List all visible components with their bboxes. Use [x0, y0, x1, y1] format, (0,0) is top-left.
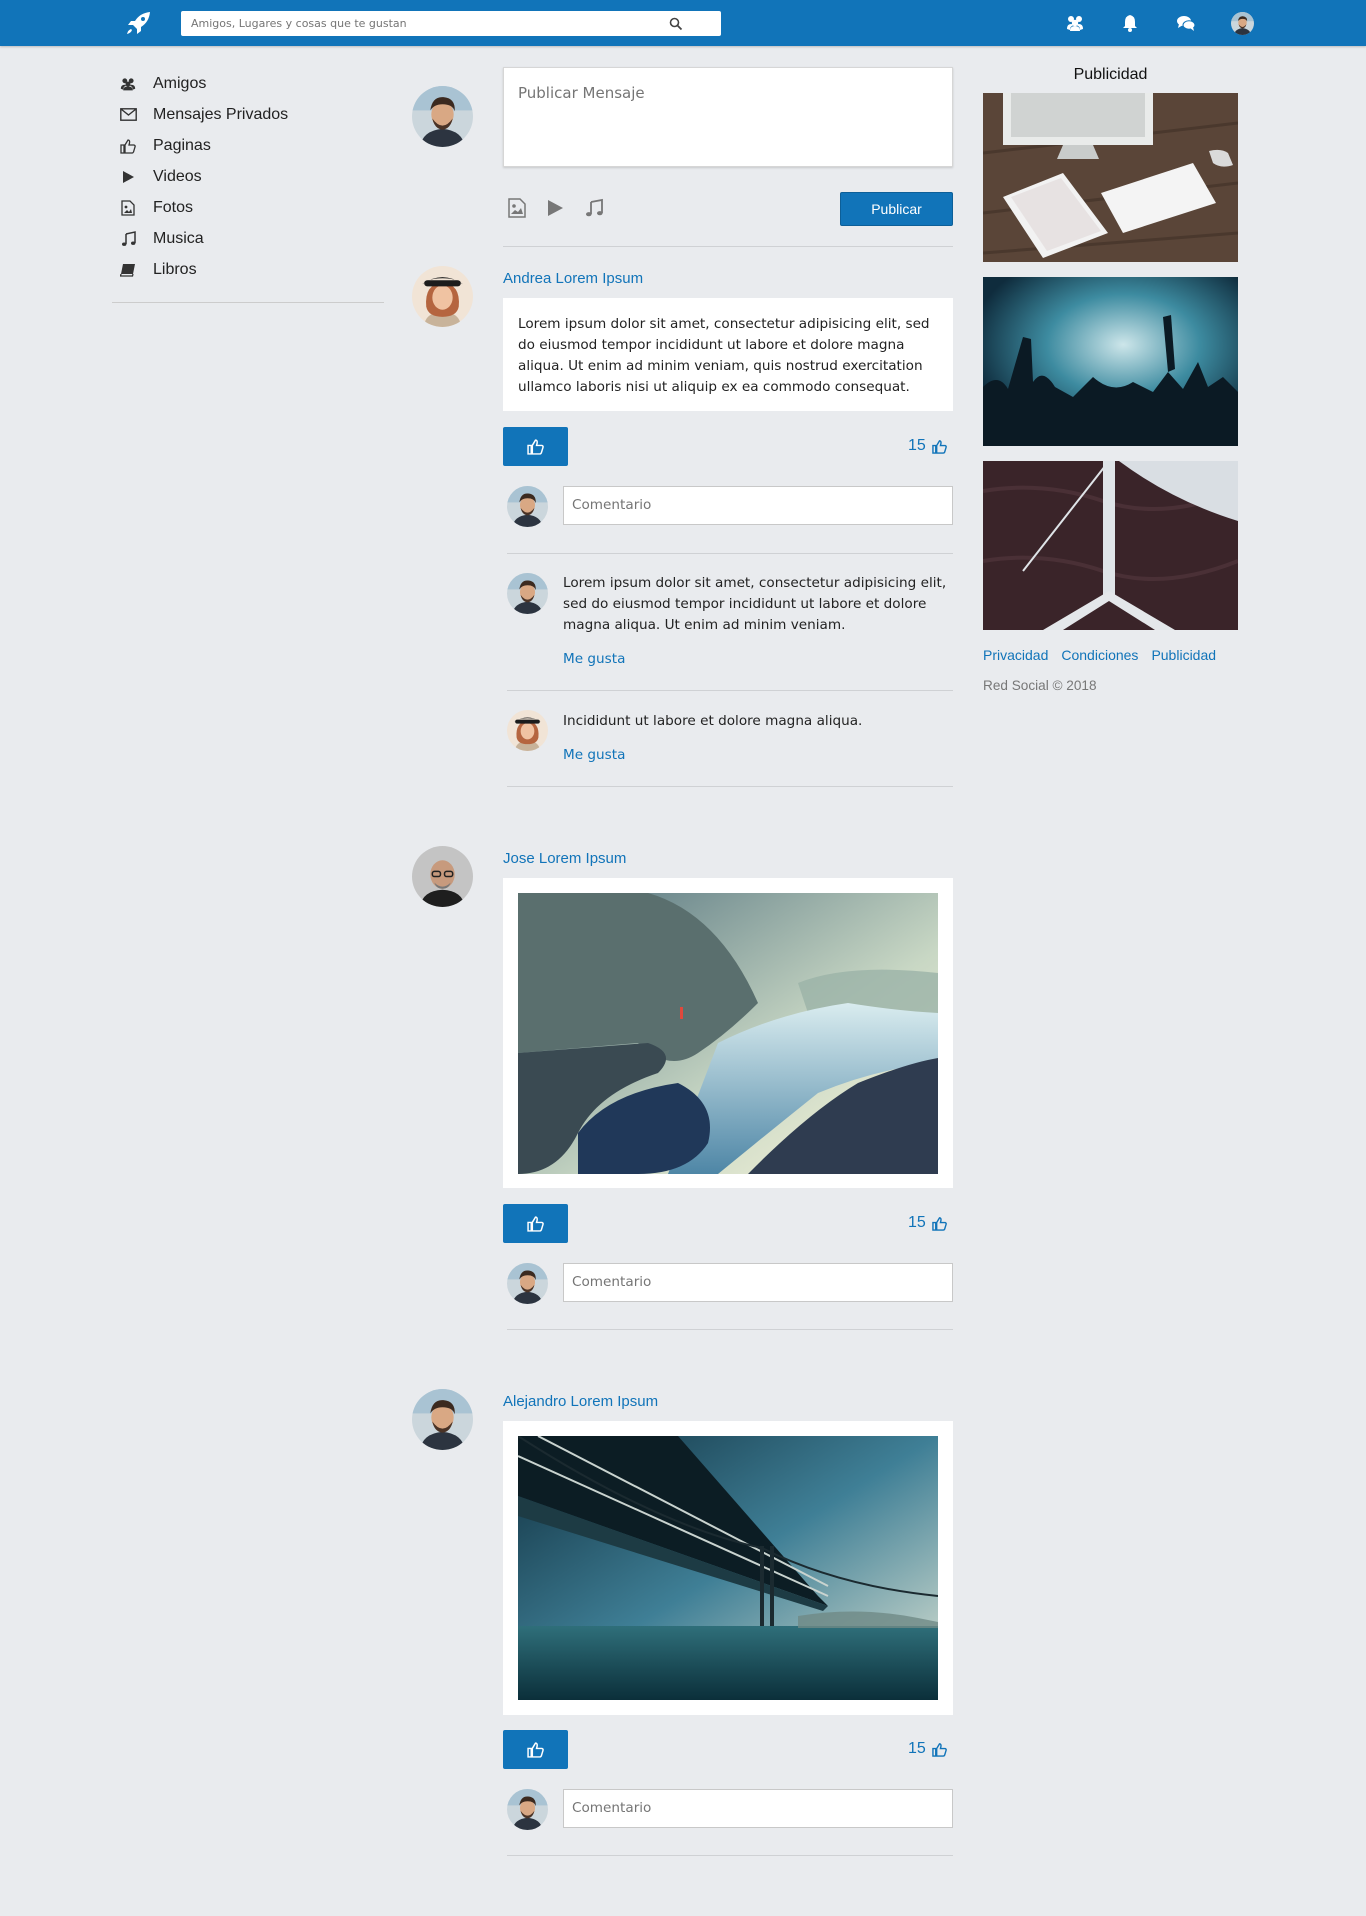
sidebar-item-label: Paginas — [153, 136, 211, 154]
post-author[interactable]: Jose Lorem Ipsum — [503, 850, 626, 867]
friends-icon — [117, 75, 139, 93]
avatar[interactable] — [412, 1389, 473, 1450]
post-card: Lorem ipsum dolor sit amet, consectetur … — [503, 298, 953, 411]
sidebar-item-paginas[interactable]: Paginas — [112, 130, 384, 161]
avatar[interactable] — [507, 486, 548, 527]
comment-like-link[interactable]: Me gusta — [563, 747, 625, 763]
post-card — [503, 878, 953, 1188]
sidebar-item-label: Libros — [153, 260, 197, 278]
like-count: 15 — [908, 437, 947, 455]
comment-input[interactable] — [564, 1790, 952, 1827]
like-button[interactable] — [503, 427, 568, 466]
divider — [507, 1329, 953, 1330]
music-icon[interactable] — [583, 197, 605, 219]
sidebar-item-label: Amigos — [153, 74, 207, 92]
sidebar-item-mensajes-privados[interactable]: Mensajes Privados — [112, 99, 384, 130]
play-icon — [117, 168, 139, 186]
like-button[interactable] — [503, 1204, 568, 1243]
music-icon — [117, 230, 139, 248]
comment-like-link[interactable]: Me gusta — [563, 651, 625, 667]
avatar[interactable] — [412, 266, 473, 327]
like-count: 15 — [908, 1740, 947, 1758]
search-icon[interactable] — [669, 17, 683, 31]
comment-input[interactable] — [564, 1264, 952, 1301]
thumbs-up-icon — [932, 1742, 947, 1757]
thumbs-up-icon — [932, 1216, 947, 1231]
friends-icon[interactable] — [1064, 12, 1086, 34]
comment-input[interactable] — [564, 487, 952, 524]
play-icon[interactable] — [544, 197, 566, 219]
footer-links: Privacidad Condiciones Publicidad — [983, 647, 1216, 663]
thumbs-up-icon — [932, 439, 947, 454]
comment-field — [563, 1789, 953, 1828]
like-count-value: 15 — [908, 1214, 926, 1231]
copyright: Red Social © 2018 — [983, 678, 1097, 693]
avatar[interactable] — [507, 1789, 548, 1830]
chat-icon[interactable] — [1175, 12, 1197, 34]
avatar[interactable] — [507, 710, 548, 751]
ads-title: Publicidad — [1073, 66, 1148, 83]
avatar[interactable] — [507, 573, 548, 614]
sidebar-item-label: Mensajes Privados — [153, 105, 289, 123]
composer-box — [503, 67, 953, 167]
comment-field — [563, 1263, 953, 1302]
thumbs-up-icon — [527, 438, 544, 455]
like-button[interactable] — [503, 1730, 568, 1769]
user-avatar[interactable] — [1231, 12, 1254, 35]
comment-text: Lorem ipsum dolor sit amet, consectetur … — [563, 575, 947, 633]
divider — [507, 553, 953, 554]
footer-link-privacidad[interactable]: Privacidad — [983, 647, 1048, 663]
like-count: 15 — [908, 1214, 947, 1232]
image-file-icon — [117, 199, 139, 217]
top-navbar — [0, 0, 1366, 46]
sidebar-item-label: Videos — [153, 167, 202, 185]
rocket-icon[interactable] — [124, 10, 154, 36]
sidebar-item-videos[interactable]: Videos — [112, 161, 384, 192]
divider — [503, 246, 953, 247]
post-photo-bridge[interactable] — [518, 1436, 938, 1700]
book-icon — [117, 261, 139, 279]
ad-image-desk[interactable] — [983, 93, 1238, 262]
avatar[interactable] — [412, 86, 473, 147]
post-input[interactable] — [504, 68, 952, 166]
sidebar-item-fotos[interactable]: Fotos — [112, 192, 384, 223]
divider — [507, 690, 953, 691]
publish-button[interactable]: Publicar — [840, 192, 953, 226]
thumbs-up-icon — [527, 1741, 544, 1758]
avatar[interactable] — [507, 1263, 548, 1304]
avatar[interactable] — [412, 846, 473, 907]
divider — [507, 1855, 953, 1856]
post-text: Lorem ipsum dolor sit amet, consectetur … — [518, 316, 930, 395]
comment-text: Incididunt ut labore et dolore magna ali… — [563, 713, 863, 729]
sidebar-item-libros[interactable]: Libros — [112, 254, 384, 285]
thumbs-up-icon — [117, 137, 139, 155]
post-photo-fjord[interactable] — [518, 893, 938, 1174]
post-card — [503, 1421, 953, 1715]
search-bar — [181, 11, 721, 36]
comment-field — [563, 486, 953, 525]
image-file-icon[interactable] — [506, 197, 528, 219]
divider — [507, 786, 953, 787]
search-input[interactable] — [181, 11, 671, 36]
sidebar-item-amigos[interactable]: Amigos — [112, 68, 384, 99]
sidebar: Amigos Mensajes Privados Paginas Videos … — [112, 68, 384, 303]
sidebar-divider — [112, 302, 384, 303]
like-count-value: 15 — [908, 437, 926, 454]
bell-icon[interactable] — [1119, 12, 1141, 34]
footer-link-publicidad[interactable]: Publicidad — [1151, 647, 1216, 663]
sidebar-item-musica[interactable]: Musica — [112, 223, 384, 254]
like-count-value: 15 — [908, 1740, 926, 1757]
envelope-icon — [117, 106, 139, 124]
thumbs-up-icon — [527, 1215, 544, 1232]
ad-image-concert[interactable] — [983, 277, 1238, 446]
post-author[interactable]: Andrea Lorem Ipsum — [503, 270, 643, 287]
sidebar-item-label: Fotos — [153, 198, 194, 216]
post-author[interactable]: Alejandro Lorem Ipsum — [503, 1393, 658, 1410]
ad-image-sailboat[interactable] — [983, 461, 1238, 630]
sidebar-item-label: Musica — [153, 229, 204, 247]
footer-link-condiciones[interactable]: Condiciones — [1061, 647, 1138, 663]
